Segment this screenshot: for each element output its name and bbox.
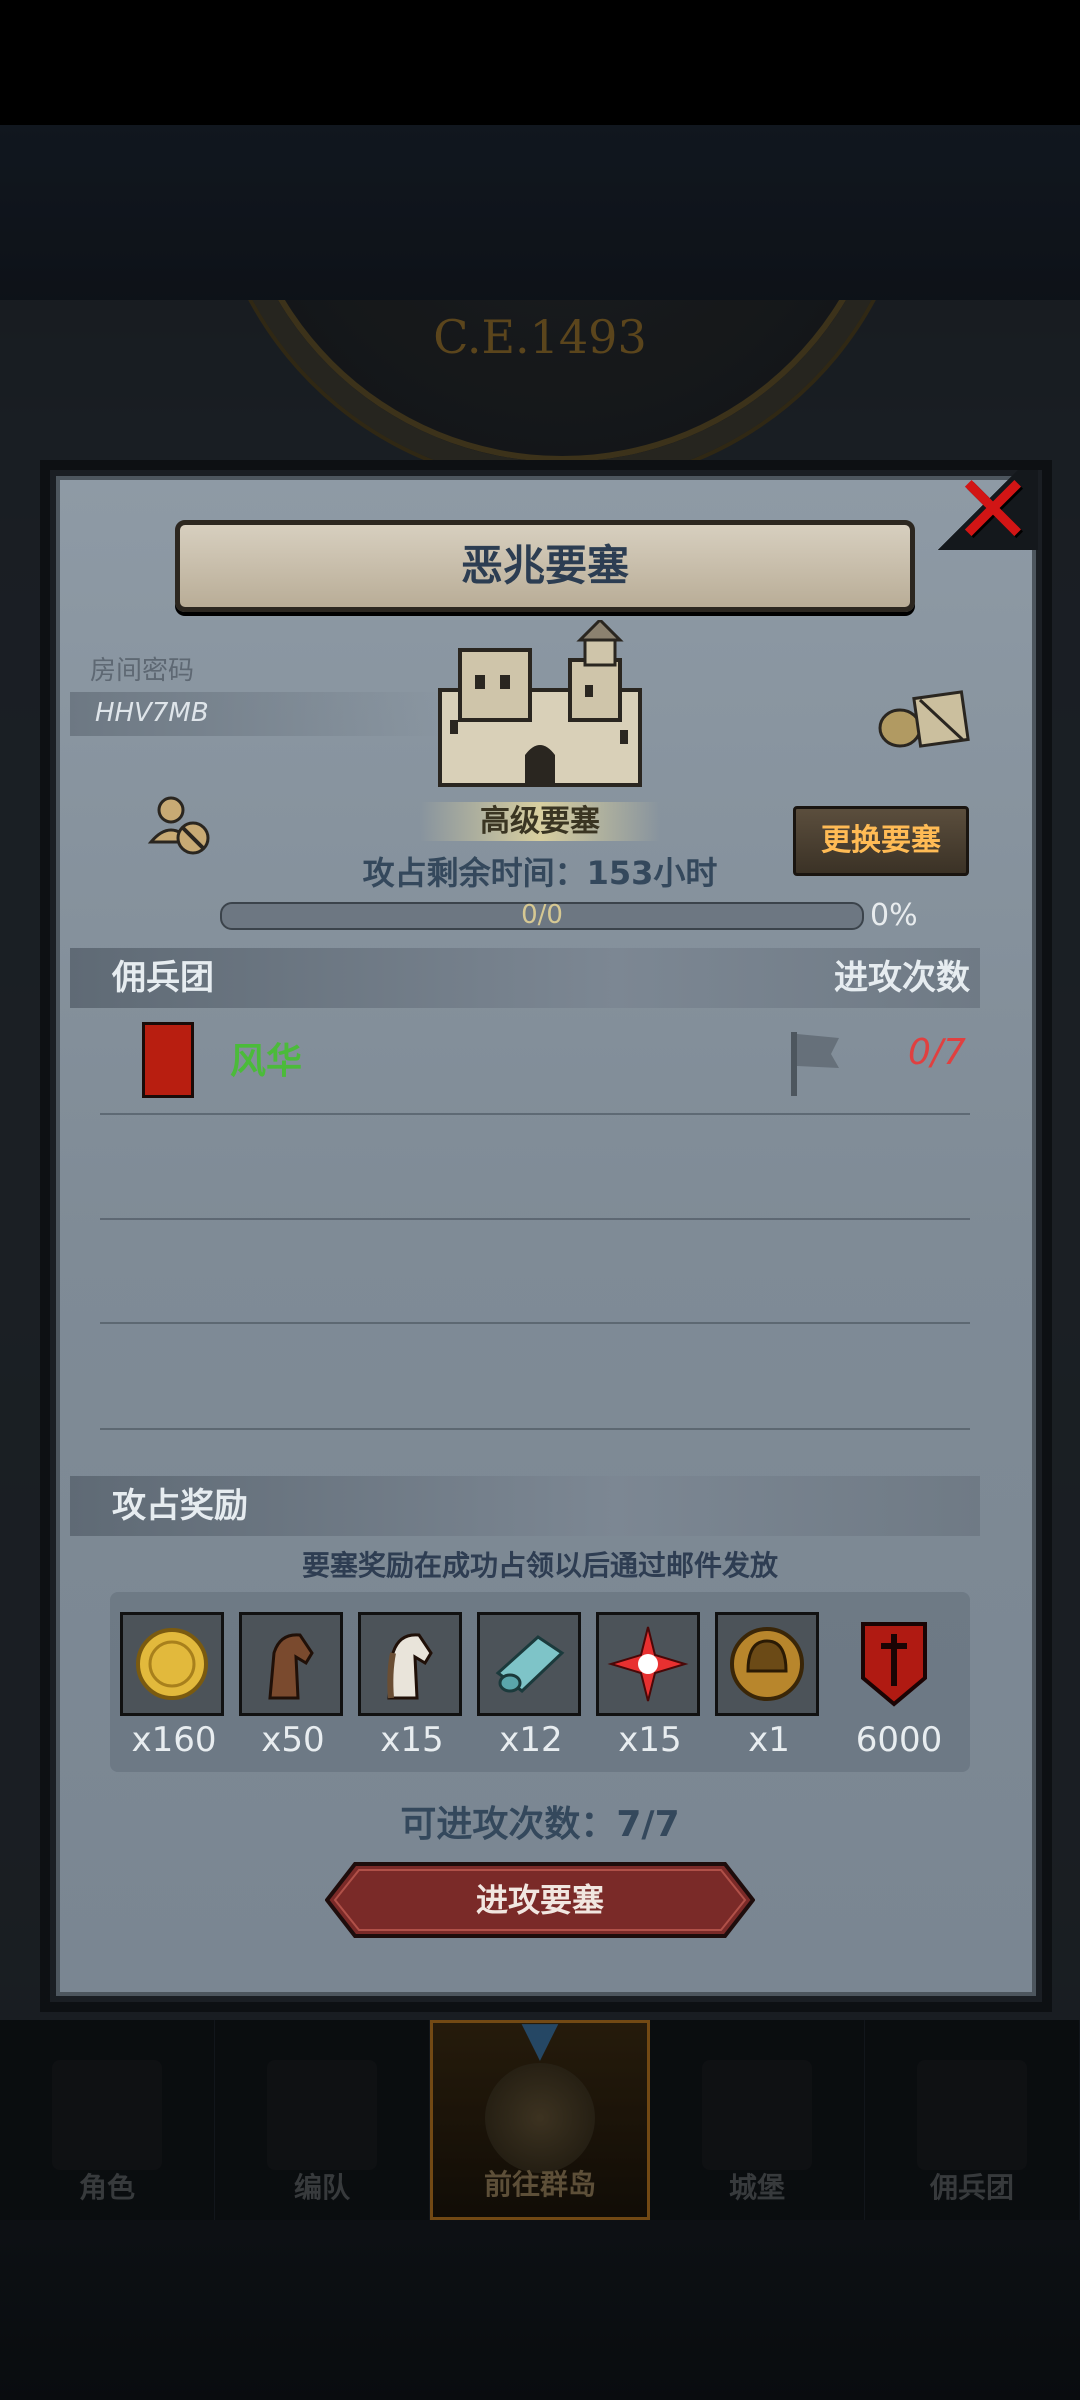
- cloth-roll-icon: [495, 1635, 565, 1693]
- sword-banner-icon: [861, 1622, 927, 1707]
- flag-icon: [791, 1032, 839, 1096]
- gold-coin-icon: [136, 1628, 208, 1700]
- attack-button-label: 进攻要塞: [475, 1881, 604, 1919]
- reward-item[interactable]: x15: [358, 1612, 466, 1762]
- progress-percent: 0%: [870, 898, 918, 933]
- helmet-medal-icon: [730, 1627, 804, 1701]
- mercenary-title: 佣兵团: [112, 958, 214, 998]
- capture-progress-bar: 0/0: [220, 900, 864, 930]
- reward-qty: 6000: [855, 1720, 943, 1760]
- row-divider: [100, 1113, 970, 1115]
- rewards-note: 要塞奖励在成功占领以后通过邮件发放: [301, 1549, 778, 1582]
- reward-qty: x12: [499, 1720, 563, 1760]
- title-banner: 恶兆要塞: [175, 520, 915, 612]
- reward-qty: x50: [261, 1720, 325, 1760]
- room-code-value[interactable]: HHV7MB: [95, 698, 209, 728]
- castle-icon: [438, 620, 642, 787]
- reward-item[interactable]: x160: [120, 1612, 228, 1762]
- supply-bag-icon[interactable]: [875, 680, 970, 750]
- status-bar: [0, 0, 1080, 125]
- mercenary-attack-count: 0/7: [908, 1032, 966, 1073]
- available-attacks: 可进攻次数：7/7: [400, 1804, 680, 1845]
- reward-qty: x1: [748, 1720, 790, 1760]
- reward-item[interactable]: x1: [715, 1612, 823, 1762]
- brown-horse-icon: [268, 1633, 314, 1700]
- rewards-header: 攻占奖励: [70, 1476, 980, 1536]
- reward-item[interactable]: x50: [239, 1612, 347, 1762]
- attack-fortress-button[interactable]: 进攻要塞: [324, 1862, 756, 1938]
- close-icon[interactable]: ✕: [948, 462, 1038, 560]
- reward-qty: x15: [618, 1720, 682, 1760]
- attack-count-header: 进攻次数: [834, 958, 970, 998]
- reward-item[interactable]: x15: [596, 1612, 704, 1762]
- reward-item[interactable]: x12: [477, 1612, 585, 1762]
- red-banner-icon: [142, 1022, 194, 1098]
- row-divider: [100, 1218, 970, 1220]
- dialog-title: 恶兆要塞: [460, 541, 629, 590]
- reward-item[interactable]: 6000: [845, 1612, 953, 1762]
- progress-text: 0/0: [521, 900, 563, 930]
- red-star-icon: [607, 1626, 689, 1702]
- row-divider: [100, 1322, 970, 1324]
- row-divider: [100, 1428, 970, 1430]
- reward-qty: x15: [380, 1720, 444, 1760]
- mercenary-name: 风华: [230, 1041, 303, 1082]
- reward-qty: x160: [131, 1720, 217, 1760]
- time-remaining: 攻占剩余时间：153小时: [362, 854, 718, 892]
- room-password-label: 房间密码: [90, 656, 195, 686]
- white-horse-icon: [387, 1633, 433, 1700]
- mercenary-row[interactable]: 风华 0/7: [70, 1010, 980, 1110]
- rewards-title: 攻占奖励: [112, 1486, 248, 1526]
- mercenary-header: 佣兵团 进攻次数: [70, 948, 980, 1008]
